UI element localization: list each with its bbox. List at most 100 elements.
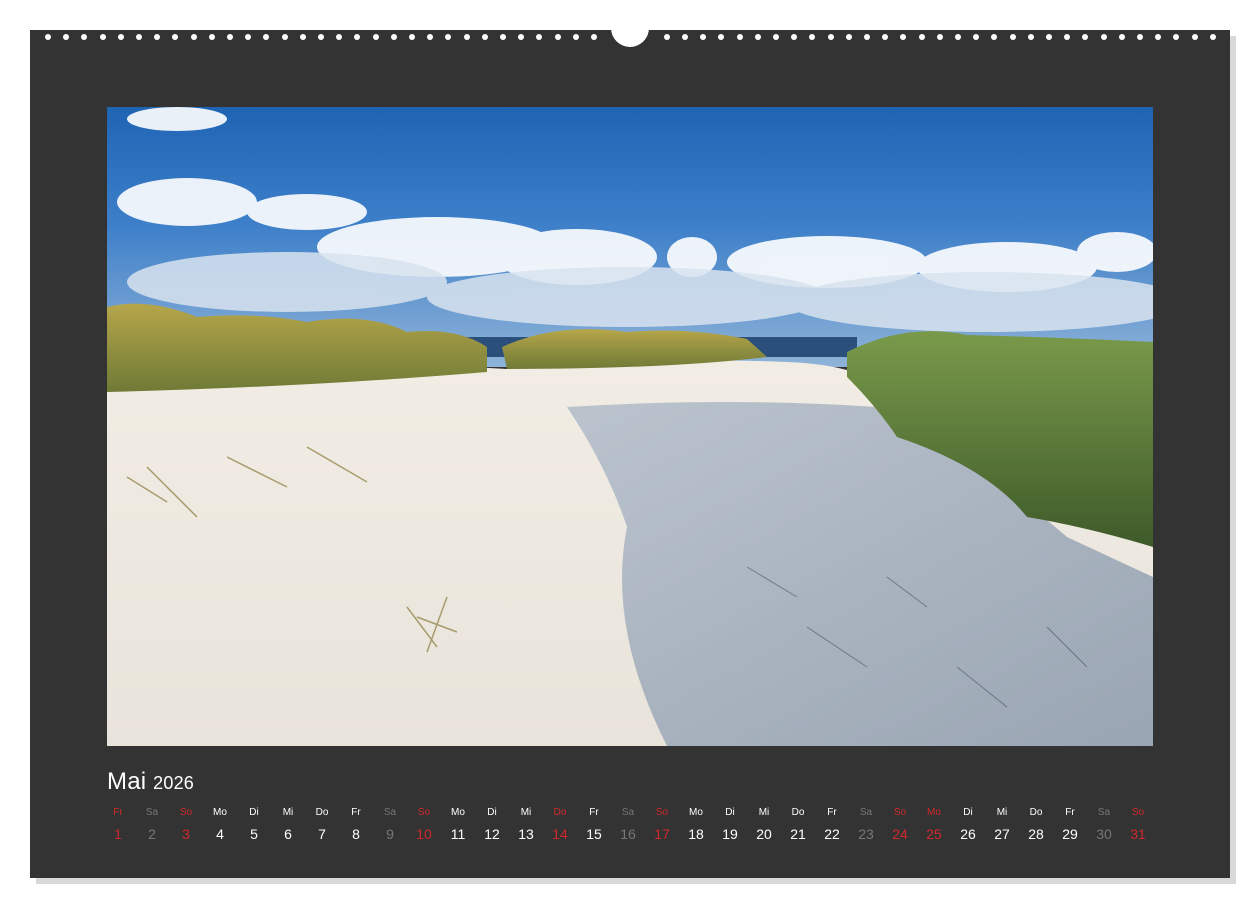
weekday-label: So — [893, 807, 907, 818]
binding-hole — [136, 34, 142, 40]
weekday-label: Sa — [621, 807, 635, 818]
weekday-label: So — [655, 807, 669, 818]
weekday-label: Sa — [383, 807, 397, 818]
day-column: Sa 9 — [375, 806, 405, 844]
weekday-label: Mi — [282, 807, 294, 818]
weekday-label: Mo — [689, 807, 703, 818]
day-column: Di 19 — [715, 806, 745, 844]
binding-hole — [191, 34, 197, 40]
month-title: Mai 2026 — [107, 768, 194, 796]
day-column: Fr 8 — [341, 806, 371, 844]
binding-hole — [700, 34, 706, 40]
weekday-label: Di — [963, 807, 973, 818]
day-column: So 3 — [171, 806, 201, 844]
calendar-page: Mai 2026 Fr 1 Sa 2 So 3 Mo 4 Di 5 Mi 6 Do 7 Fr 8 Sa 9 So 10… — [30, 20, 1230, 878]
weekday-label: Sa — [1097, 807, 1111, 818]
binding-hole — [373, 34, 379, 40]
day-number: 13 — [518, 826, 534, 842]
binding-hole — [809, 34, 815, 40]
day-number: 27 — [994, 826, 1010, 842]
weekday-label: So — [1131, 807, 1145, 818]
weekday-label: Sa — [145, 807, 159, 818]
binding-hole — [500, 34, 506, 40]
day-number: 25 — [926, 826, 942, 842]
binding-hole — [1046, 34, 1052, 40]
weekday-label: Fr — [351, 807, 361, 818]
binding-hole — [482, 34, 488, 40]
weekday-label: Mi — [520, 807, 532, 818]
day-column: Mi 27 — [987, 806, 1017, 844]
binding-hole — [991, 34, 997, 40]
binding-hole — [282, 34, 288, 40]
weekday-label: Mo — [927, 807, 941, 818]
weekday-label: Mo — [451, 807, 465, 818]
binding-hole — [518, 34, 524, 40]
weekday-label: Fr — [113, 807, 123, 818]
binding-hole — [464, 34, 470, 40]
weekday-label: So — [417, 807, 431, 818]
binding-hole — [591, 34, 597, 40]
weekday-label: Mi — [758, 807, 770, 818]
day-number: 30 — [1096, 826, 1112, 842]
day-column: Mo 25 — [919, 806, 949, 844]
day-column: Di 5 — [239, 806, 269, 844]
day-number: 10 — [416, 826, 432, 842]
binding-hole — [227, 34, 233, 40]
day-number: 9 — [386, 826, 394, 842]
day-column: Sa 2 — [137, 806, 167, 844]
binding-hole — [154, 34, 160, 40]
day-number: 6 — [284, 826, 292, 842]
binding-hole — [773, 34, 779, 40]
binding-hole — [209, 34, 215, 40]
binding-hole — [664, 34, 670, 40]
day-number: 4 — [216, 826, 224, 842]
binding-hole — [1137, 34, 1143, 40]
day-column: Mi 6 — [273, 806, 303, 844]
binding-hole — [1173, 34, 1179, 40]
weekday-label: Do — [553, 807, 567, 818]
day-number: 28 — [1028, 826, 1044, 842]
day-column: Mi 20 — [749, 806, 779, 844]
binding-hole — [828, 34, 834, 40]
binding-hole — [846, 34, 852, 40]
binding-hole — [536, 34, 542, 40]
binding-hole — [1010, 34, 1016, 40]
weekday-label: Fr — [1065, 807, 1075, 818]
day-column: Mi 13 — [511, 806, 541, 844]
day-column: Mo 4 — [205, 806, 235, 844]
day-number: 24 — [892, 826, 908, 842]
day-column: Do 21 — [783, 806, 813, 844]
binding-hole — [573, 34, 579, 40]
binding-hole — [737, 34, 743, 40]
binding-hole — [1101, 34, 1107, 40]
binding-hole — [973, 34, 979, 40]
binding-hole — [718, 34, 724, 40]
weekday-label: Do — [315, 807, 329, 818]
day-number: 29 — [1062, 826, 1078, 842]
day-column: So 24 — [885, 806, 915, 844]
day-column: So 31 — [1123, 806, 1153, 844]
day-column: Fr 1 — [103, 806, 133, 844]
month-name: Mai — [107, 768, 147, 795]
binding-hole — [391, 34, 397, 40]
binding-hole — [1192, 34, 1198, 40]
day-number: 11 — [450, 826, 466, 842]
binding-hole — [937, 34, 943, 40]
month-year: 2026 — [153, 773, 194, 793]
weekday-label: Fr — [827, 807, 837, 818]
day-number: 17 — [654, 826, 670, 842]
day-column: So 17 — [647, 806, 677, 844]
weekday-label: Fr — [589, 807, 599, 818]
weekday-label: Mo — [213, 807, 227, 818]
day-number: 31 — [1130, 826, 1146, 842]
binding-hole — [919, 34, 925, 40]
day-column: Do 14 — [545, 806, 575, 844]
binding-hole — [682, 34, 688, 40]
binding-hole — [300, 34, 306, 40]
binding-hole — [900, 34, 906, 40]
day-column: Mo 11 — [443, 806, 473, 844]
binding-hole — [445, 34, 451, 40]
binding-hole — [263, 34, 269, 40]
weekday-label: Mi — [996, 807, 1008, 818]
day-number: 7 — [318, 826, 326, 842]
